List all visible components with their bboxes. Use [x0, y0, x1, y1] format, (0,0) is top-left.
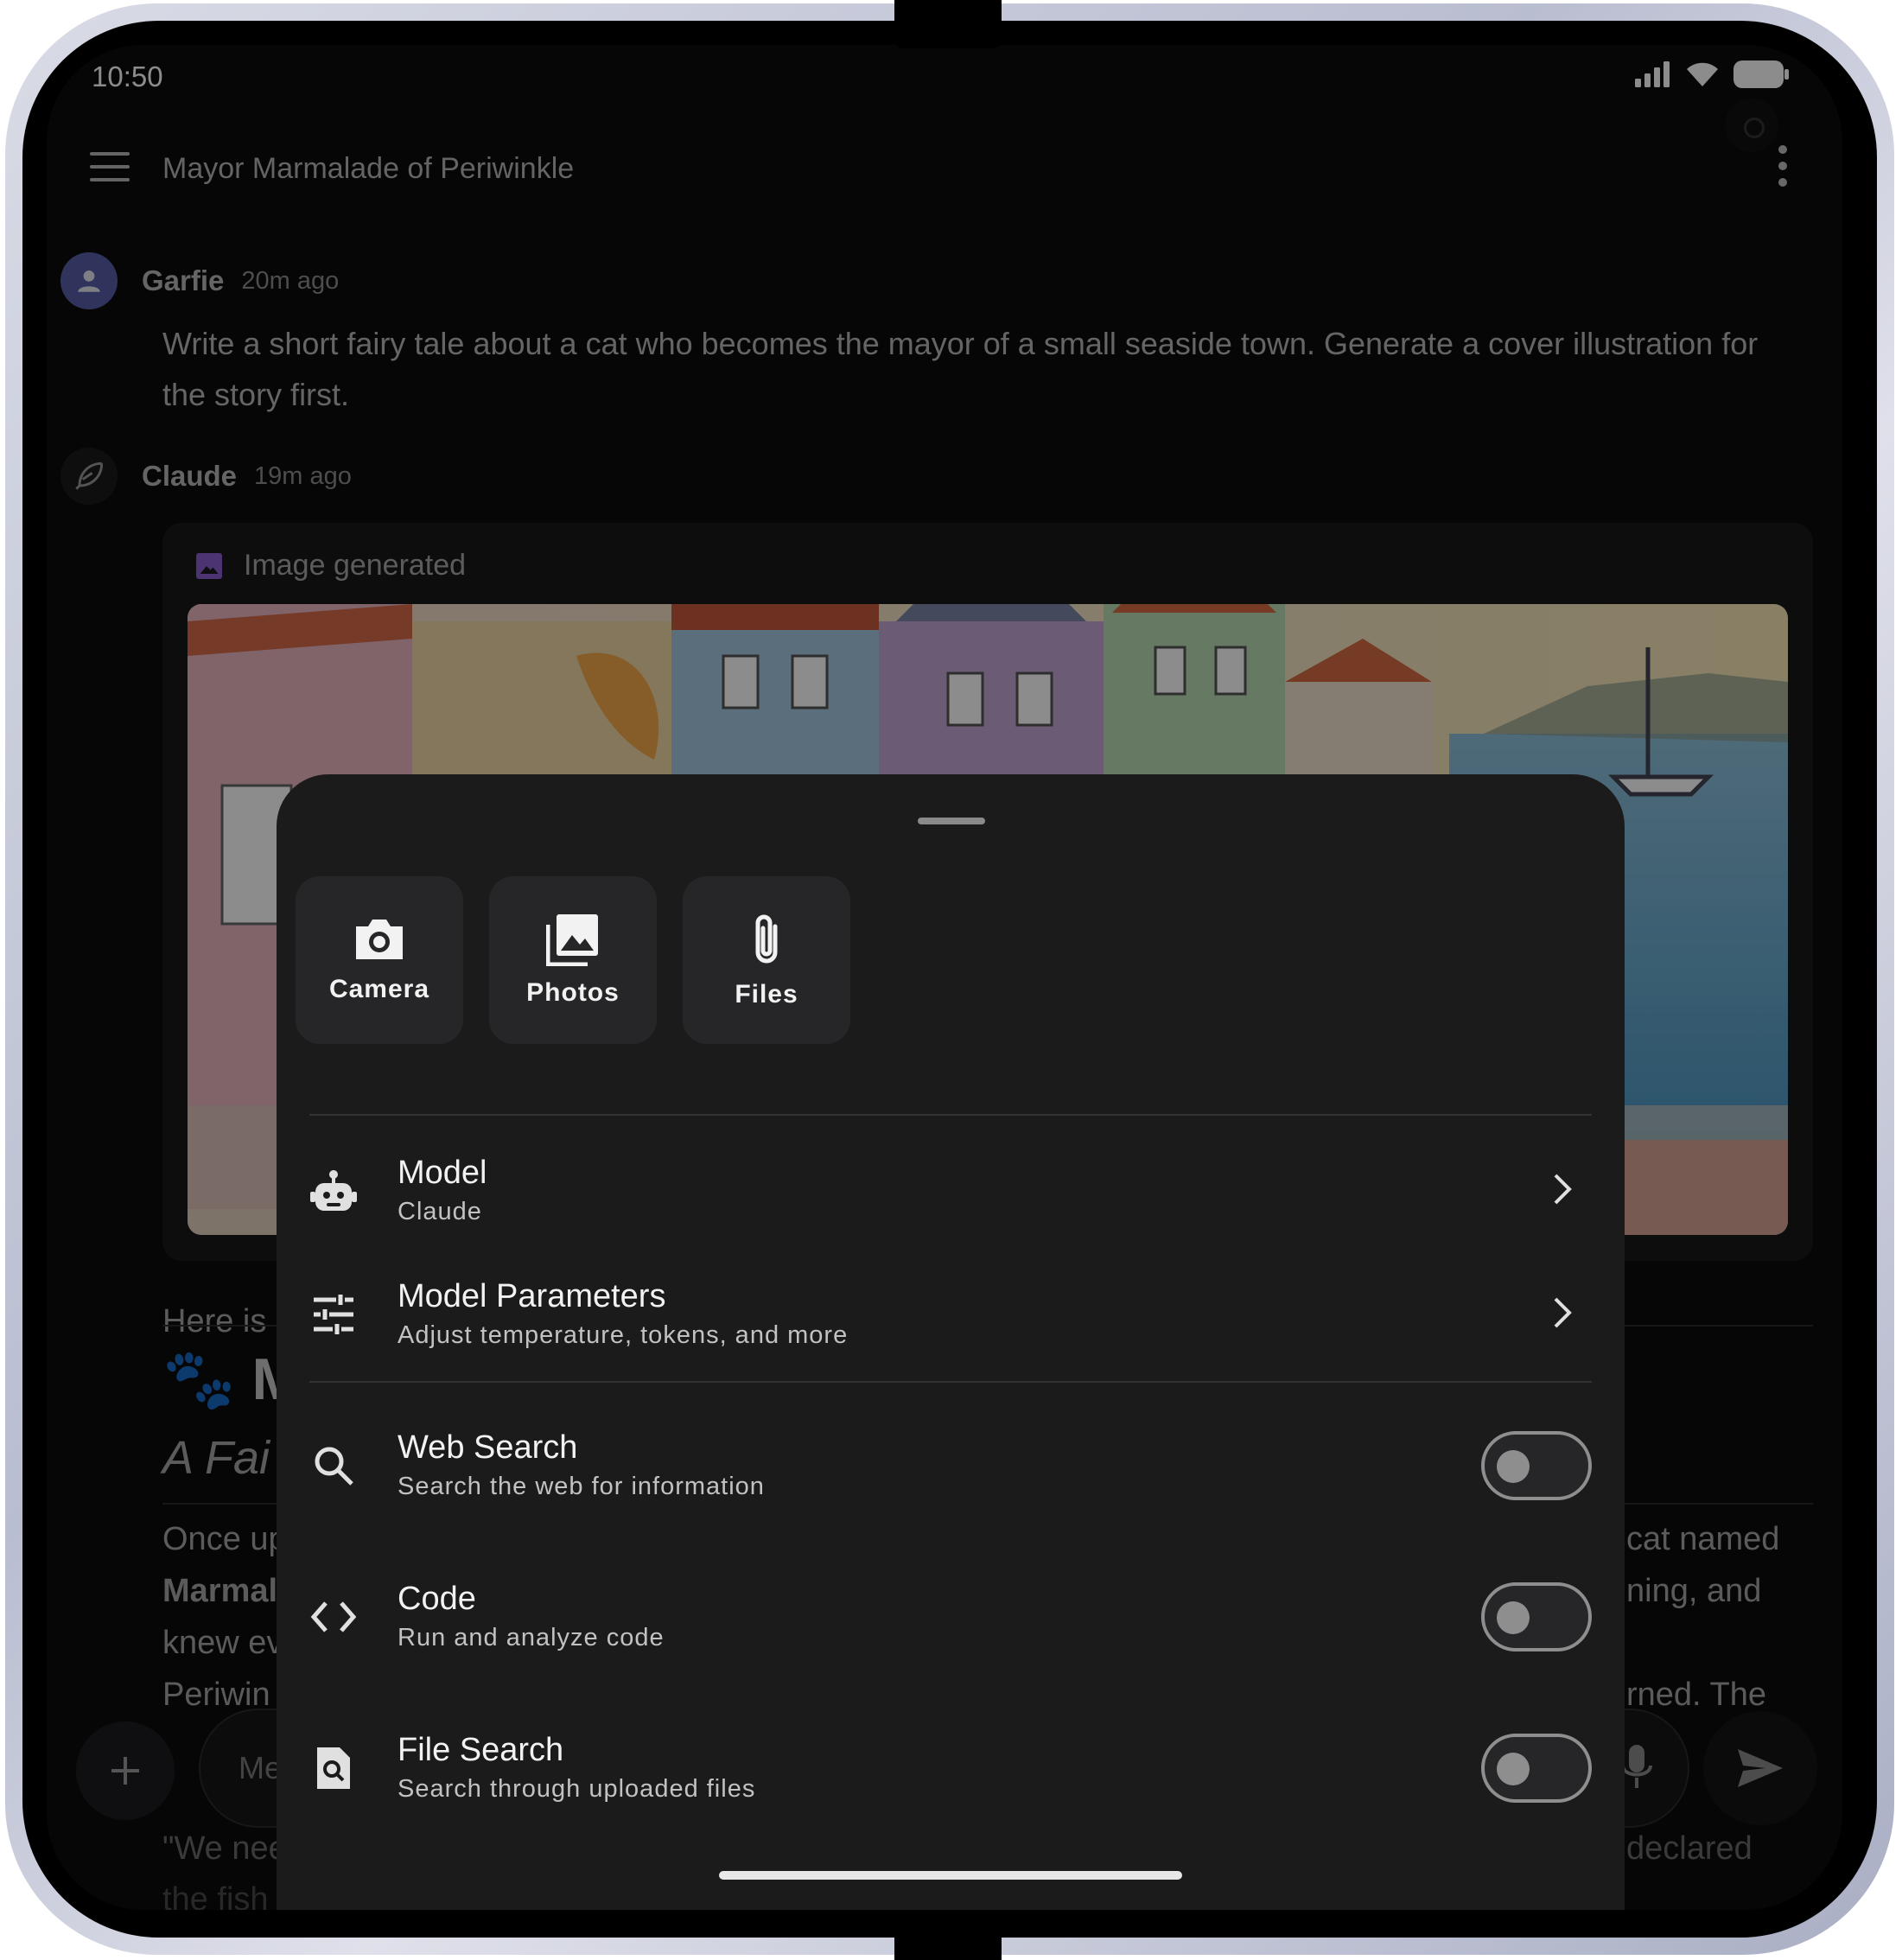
- row-subtitle: Search through uploaded files: [398, 1775, 756, 1803]
- photos-icon: [546, 914, 598, 966]
- tile-label: Photos: [526, 978, 620, 1007]
- file-search-icon: [309, 1744, 358, 1792]
- code-row[interactable]: Code Run and analyze code: [277, 1563, 1625, 1676]
- screen: 10:50 Mayor Marmalade of Periwinkle Garf…: [47, 45, 1842, 1910]
- hinge-top: [894, 0, 1002, 48]
- web-search-toggle[interactable]: [1481, 1431, 1592, 1500]
- divider: [309, 1381, 1592, 1383]
- camera-button[interactable]: Camera: [296, 876, 463, 1044]
- row-title: File Search: [398, 1732, 564, 1768]
- toggle-knob: [1497, 1753, 1530, 1785]
- file-search-row[interactable]: File Search Search through uploaded file…: [277, 1715, 1625, 1827]
- tile-label: Camera: [328, 975, 430, 1003]
- row-subtitle: Search the web for information: [398, 1473, 765, 1500]
- search-icon: [309, 1441, 358, 1490]
- home-indicator[interactable]: [719, 1871, 1182, 1880]
- chevron-right-icon: [1554, 1174, 1572, 1205]
- row-title: Model: [398, 1155, 487, 1191]
- row-subtitle: Claude: [398, 1198, 482, 1225]
- row-subtitle: Adjust temperature, tokens, and more: [398, 1321, 849, 1349]
- file-search-toggle[interactable]: [1481, 1734, 1592, 1803]
- drag-handle[interactable]: [918, 818, 985, 824]
- toggle-knob: [1497, 1601, 1530, 1634]
- code-toggle[interactable]: [1481, 1582, 1592, 1651]
- camera-icon: [356, 920, 403, 959]
- row-title: Web Search: [398, 1429, 578, 1466]
- model-row[interactable]: Model Claude: [277, 1137, 1625, 1250]
- row-subtitle: Run and analyze code: [398, 1624, 665, 1651]
- row-title: Code: [398, 1581, 476, 1617]
- paperclip-icon: [755, 914, 778, 964]
- files-button[interactable]: Files: [683, 876, 850, 1044]
- chevron-right-icon: [1554, 1297, 1572, 1328]
- model-parameters-row[interactable]: Model Parameters Adjust temperature, tok…: [277, 1261, 1625, 1373]
- hinge-bottom: [894, 1912, 1002, 1960]
- tile-label: Files: [735, 980, 798, 1009]
- photos-button[interactable]: Photos: [489, 876, 657, 1044]
- robot-icon: [309, 1167, 358, 1215]
- toggle-knob: [1497, 1450, 1530, 1483]
- web-search-row[interactable]: Web Search Search the web for informatio…: [277, 1412, 1625, 1524]
- code-icon: [309, 1593, 358, 1641]
- row-title: Model Parameters: [398, 1278, 666, 1314]
- sliders-icon: [309, 1290, 358, 1339]
- divider: [309, 1114, 1592, 1116]
- attachment-bottom-sheet: Camera Photos Files Model Claude Model P…: [277, 774, 1625, 1910]
